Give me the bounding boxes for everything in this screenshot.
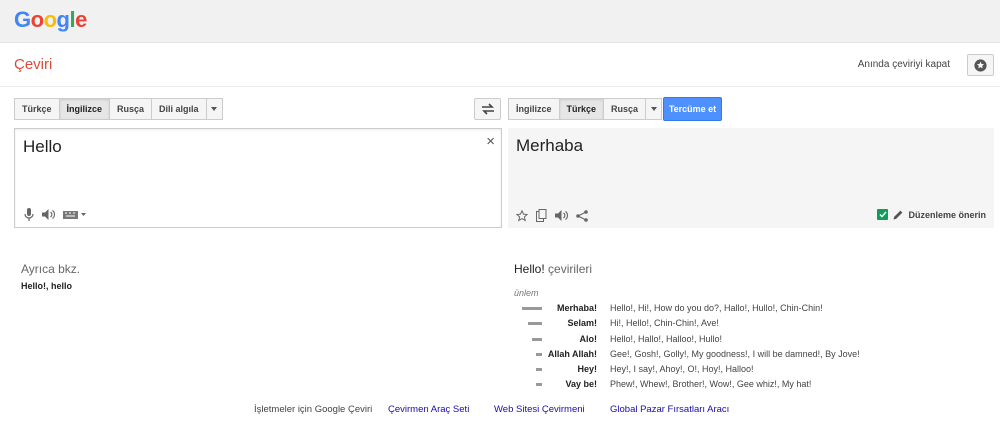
- target-lang-dropdown-icon[interactable]: [645, 98, 663, 120]
- footer-market-link[interactable]: Global Pazar Fırsatları Aracı: [610, 404, 729, 415]
- source-lang-dropdown-icon[interactable]: [205, 98, 223, 120]
- star-icon[interactable]: [516, 209, 528, 222]
- see-also-words[interactable]: Hello!, hello: [21, 281, 80, 291]
- frequency-bar: [522, 307, 542, 310]
- translation-row[interactable]: Selam! Hi!, Hello!, Chin-Chin!, Ave!: [514, 317, 994, 332]
- top-bar: Google: [0, 0, 1000, 43]
- target-language-bar: İngilizce Türkçe Rusça: [508, 98, 663, 120]
- source-lang-rusça[interactable]: Rusça: [109, 98, 152, 120]
- translation-word[interactable]: Selam!: [567, 318, 597, 328]
- translation-row[interactable]: Hey! Hey!, I say!, Ahoy!, O!, Hoy!, Hallo…: [514, 363, 994, 378]
- logo-letter: o: [30, 7, 44, 32]
- translation-row[interactable]: Vay be! Phew!, Whew!, Brother!, Wow!, Gee…: [514, 378, 994, 393]
- translation-word[interactable]: Hey!: [577, 364, 597, 374]
- swap-icon: [481, 103, 495, 115]
- logo-letter: g: [56, 7, 70, 32]
- frequency-bar: [532, 337, 542, 341]
- reverse-translations[interactable]: Hello!, Hallo!, Halloo!, Hullo!: [610, 334, 722, 344]
- frequency-bar: [528, 322, 542, 326]
- target-lang-i̇ngilizce[interactable]: İngilizce: [508, 98, 559, 120]
- pencil-icon: [893, 210, 903, 220]
- source-language-bar: Türkçe İngilizce Rusça Dili algıla: [14, 98, 223, 120]
- translations-title-word: Hello!: [514, 262, 545, 276]
- reverse-translations[interactable]: Phew!, Whew!, Brother!, Wow!, Gee whiz!,…: [610, 379, 811, 389]
- translations-section: Hello! çevirileri ünlem Merhaba! Hello!, …: [514, 262, 994, 394]
- google-logo[interactable]: Google: [14, 7, 87, 33]
- logo-letter: G: [14, 7, 31, 32]
- speaker-icon[interactable]: [42, 209, 55, 220]
- keyboard-icon[interactable]: [63, 210, 87, 219]
- clear-text-button[interactable]: ×: [486, 133, 495, 150]
- target-text-box: Merhaba Düzenleme önerin: [508, 128, 994, 228]
- reverse-translations[interactable]: Gee!, Gosh!, Golly!, My goodness!, I wil…: [610, 349, 860, 359]
- see-also-title: Ayrıca bkz.: [21, 262, 81, 276]
- translations-list: Merhaba! Hello!, Hi!, How do you do?, Hal…: [514, 302, 994, 394]
- translations-title-suffix: çevirileri: [544, 262, 593, 276]
- frequency-bar: [536, 352, 542, 356]
- sub-header: [0, 43, 1000, 87]
- translation-word[interactable]: Vay be!: [565, 379, 597, 389]
- source-text[interactable]: Hello: [23, 137, 62, 157]
- reverse-translations[interactable]: Hello!, Hi!, How do you do?, Hallo!, Hul…: [610, 303, 823, 313]
- page-title[interactable]: Çeviri: [14, 56, 52, 73]
- source-lang-türkçe[interactable]: Türkçe: [14, 98, 59, 120]
- frequency-bar: [536, 383, 542, 387]
- target-lang-türkçe[interactable]: Türkçe: [558, 98, 604, 120]
- footer-toolkit-link[interactable]: Çevirmen Araç Seti: [388, 404, 469, 415]
- microphone-icon[interactable]: [24, 208, 34, 221]
- verified-check-icon: [877, 209, 889, 220]
- translation-word[interactable]: Alo!: [580, 334, 598, 344]
- instant-translation-off-link[interactable]: Anında çeviriyi kapat: [858, 59, 950, 70]
- reverse-translations[interactable]: Hey!, I say!, Ahoy!, O!, Hoy!, Halloo!: [610, 364, 754, 374]
- share-icon[interactable]: [576, 209, 588, 222]
- translate-button[interactable]: Tercüme et: [663, 97, 722, 121]
- source-lang-dili-algıla[interactable]: Dili algıla: [151, 98, 206, 120]
- logo-letter: e: [75, 7, 87, 32]
- see-also-section: Ayrıca bkz. Hello!, hello: [21, 262, 80, 291]
- logo-letter: o: [43, 7, 57, 32]
- part-of-speech-label: ünlem: [514, 288, 539, 298]
- settings-button[interactable]: [967, 54, 994, 76]
- translation-row[interactable]: Alo! Hello!, Hallo!, Halloo!, Hullo!: [514, 333, 994, 348]
- translated-text[interactable]: Merhaba: [516, 136, 583, 156]
- speaker-icon[interactable]: [555, 210, 568, 221]
- suggest-edit-link[interactable]: Düzenleme önerin: [877, 209, 986, 220]
- translation-word[interactable]: Allah Allah!: [548, 349, 597, 359]
- suggest-edit-label: Düzenleme önerin: [908, 209, 986, 220]
- translation-row[interactable]: Allah Allah! Gee!, Gosh!, Golly!, My good…: [514, 348, 994, 363]
- copy-icon[interactable]: [536, 209, 547, 222]
- translation-word[interactable]: Merhaba!: [557, 303, 597, 313]
- footer-business-text: İşletmeler için Google Çeviri: [254, 404, 373, 415]
- star-circle-icon: [974, 58, 987, 72]
- footer-website-link[interactable]: Web Sitesi Çevirmeni: [494, 404, 585, 415]
- swap-languages-button[interactable]: [474, 98, 501, 120]
- frequency-bar: [536, 368, 542, 372]
- translations-title: Hello! çevirileri: [514, 262, 994, 276]
- source-text-box[interactable]: Hello ×: [14, 128, 502, 228]
- target-lang-rusça[interactable]: Rusça: [603, 98, 646, 120]
- reverse-translations[interactable]: Hi!, Hello!, Chin-Chin!, Ave!: [610, 318, 719, 328]
- translation-row[interactable]: Merhaba! Hello!, Hi!, How do you do?, Hal…: [514, 302, 994, 317]
- source-lang-i̇ngilizce[interactable]: İngilizce: [58, 98, 110, 120]
